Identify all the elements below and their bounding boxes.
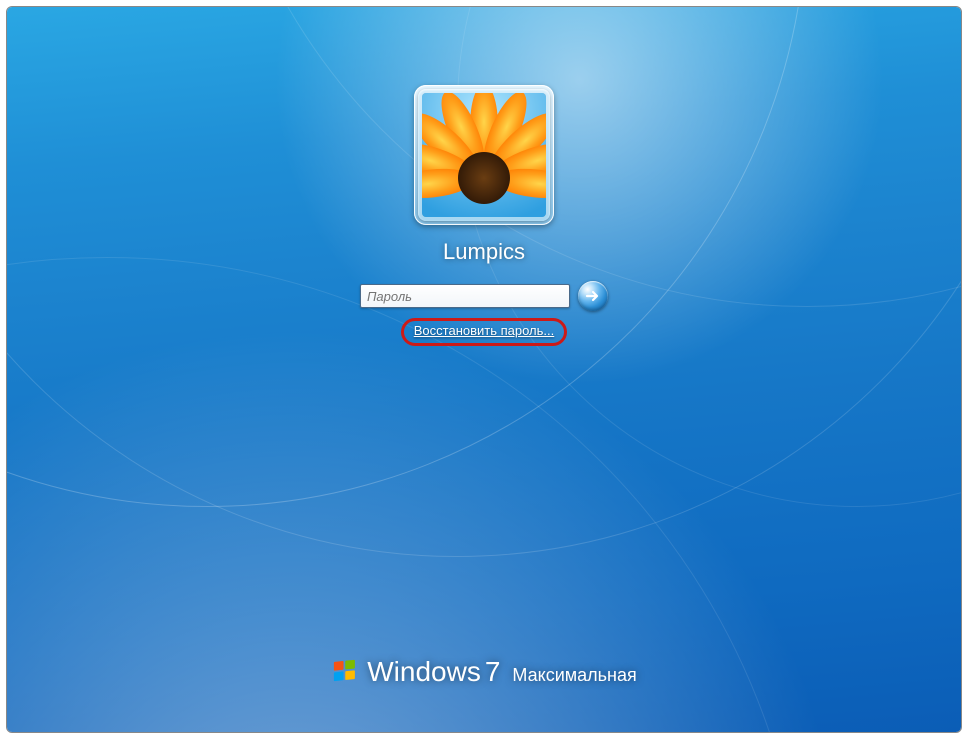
login-panel: Lumpics Восстановить пароль... (274, 85, 694, 346)
submit-button[interactable] (578, 281, 608, 311)
windows-flag-icon (331, 657, 359, 685)
password-row (360, 281, 608, 311)
branding: Windows 7 Максимальная (331, 653, 636, 688)
flower-avatar-icon (422, 93, 546, 217)
brand-edition: Максимальная (512, 665, 636, 686)
brand-version: 7 (485, 656, 501, 688)
username-label: Lumpics (443, 239, 525, 265)
brand-product: Windows (367, 656, 481, 688)
reset-password-link[interactable]: Восстановить пароль... (414, 323, 555, 338)
arrow-right-icon (585, 288, 601, 304)
login-screen: Lumpics Восстановить пароль... (6, 6, 962, 733)
reset-password-highlight: Восстановить пароль... (401, 318, 568, 346)
user-avatar (414, 85, 554, 225)
password-input[interactable] (360, 284, 570, 308)
